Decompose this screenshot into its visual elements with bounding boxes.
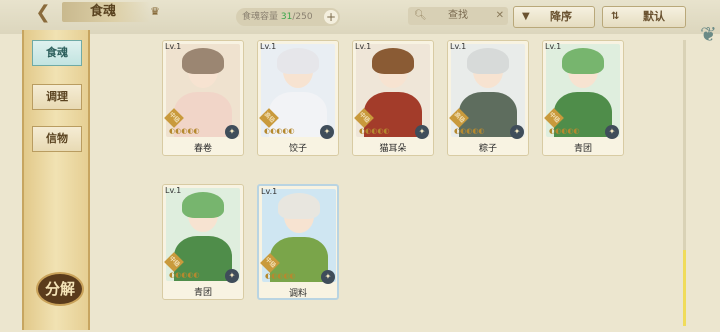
capacity-indicator: 食魂容量 31/250 + bbox=[236, 8, 340, 26]
card-name: 粽子 bbox=[478, 144, 497, 154]
card-name: 青团 bbox=[573, 144, 592, 154]
decompose-button[interactable]: 分解 bbox=[36, 272, 84, 306]
rank-label: 中级 bbox=[357, 110, 372, 125]
star-rating: ◐◐◐◐◐ bbox=[359, 127, 390, 135]
filter-button[interactable]: ⇅ 默认 bbox=[602, 6, 686, 28]
rank-label: 高级 bbox=[262, 110, 277, 125]
capacity-current: 31 bbox=[280, 12, 293, 22]
star-rating: ◐◐◐◐◐ bbox=[454, 127, 485, 135]
level-label: Lv.1 bbox=[261, 187, 278, 196]
tab-seasoning[interactable]: 调理 bbox=[32, 84, 82, 110]
level-label: Lv.1 bbox=[165, 42, 182, 51]
sort-arrows-icon: ⇅ bbox=[611, 11, 620, 22]
rank-label: 中级 bbox=[167, 110, 182, 125]
level-label: Lv.1 bbox=[355, 42, 372, 51]
food-soul-card[interactable]: Lv.1 中级 ◐◐◐◐◐ ✦ 青团 bbox=[162, 184, 244, 300]
rank-label: 中级 bbox=[167, 254, 182, 269]
star-rating: ◐◐◐◐◐ bbox=[265, 272, 296, 280]
type-icon: ✦ bbox=[510, 125, 524, 139]
card-name: 青团 bbox=[193, 288, 212, 298]
search-label: 查找 bbox=[448, 10, 468, 21]
type-icon: ✦ bbox=[415, 125, 429, 139]
rank-label: 中级 bbox=[263, 255, 278, 270]
back-icon[interactable]: ❮ bbox=[28, 2, 58, 24]
sort-button[interactable]: ▼ 降序 bbox=[513, 6, 595, 28]
star-rating: ◐◐◐◐◐ bbox=[549, 127, 580, 135]
food-soul-card[interactable]: Lv.1 高级 ◐◐◐◐◐ ✦ 粽子 bbox=[447, 40, 529, 156]
level-label: Lv.1 bbox=[260, 42, 277, 51]
search-input[interactable]: 🔍︎ 查找 ✕ bbox=[408, 7, 508, 25]
scroll-thumb[interactable] bbox=[683, 250, 686, 326]
card-name: 调料 bbox=[288, 289, 307, 299]
type-icon: ✦ bbox=[605, 125, 619, 139]
clear-icon[interactable]: ✕ bbox=[496, 7, 504, 25]
star-rating: ◐◐◐◐◐ bbox=[169, 271, 200, 279]
type-icon: ✦ bbox=[225, 125, 239, 139]
page-title: 食魂 bbox=[62, 2, 150, 22]
capacity-label: 食魂容量 bbox=[242, 12, 279, 22]
star-rating: ◐◐◐◐◐ bbox=[169, 127, 200, 135]
card-name: 饺子 bbox=[288, 144, 307, 154]
star-rating: ◐◐◐◐◐ bbox=[264, 127, 295, 135]
food-soul-card[interactable]: Lv.1 中级 ◐◐◐◐◐ ✦ 春卷 bbox=[162, 40, 244, 156]
type-icon: ✦ bbox=[225, 269, 239, 283]
type-icon: ✦ bbox=[320, 125, 334, 139]
type-icon: ✦ bbox=[321, 270, 335, 284]
rank-label: 中级 bbox=[547, 110, 562, 125]
add-capacity-button[interactable]: + bbox=[324, 10, 338, 24]
level-label: Lv.1 bbox=[545, 42, 562, 51]
sort-down-icon: ▼ bbox=[522, 11, 530, 22]
card-name: 猫耳朵 bbox=[379, 144, 407, 154]
food-soul-card[interactable]: Lv.1 中级 ◐◐◐◐◐ ✦ 调料 bbox=[257, 184, 339, 300]
tab-food-souls[interactable]: 食魂 bbox=[32, 40, 82, 66]
search-icon: 🔍︎ bbox=[414, 10, 427, 21]
sort-label: 降序 bbox=[550, 10, 572, 23]
food-soul-card[interactable]: Lv.1 高级 ◐◐◐◐◐ ✦ 饺子 bbox=[257, 40, 339, 156]
capacity-max: /250 bbox=[292, 12, 313, 22]
leaf-decoration-icon: ❦ bbox=[700, 22, 717, 46]
level-label: Lv.1 bbox=[450, 42, 467, 51]
filter-label: 默认 bbox=[643, 10, 665, 23]
crown-icon[interactable]: ♛ bbox=[148, 6, 162, 18]
tab-tokens[interactable]: 信物 bbox=[32, 126, 82, 152]
level-label: Lv.1 bbox=[165, 186, 182, 195]
rank-label: 高级 bbox=[452, 110, 467, 125]
card-name: 春卷 bbox=[193, 144, 212, 154]
food-soul-card[interactable]: Lv.1 中级 ◐◐◐◐◐ ✦ 猫耳朵 bbox=[352, 40, 434, 156]
scrollbar[interactable] bbox=[683, 40, 686, 326]
food-soul-card[interactable]: Lv.1 中级 ◐◐◐◐◐ ✦ 青团 bbox=[542, 40, 624, 156]
